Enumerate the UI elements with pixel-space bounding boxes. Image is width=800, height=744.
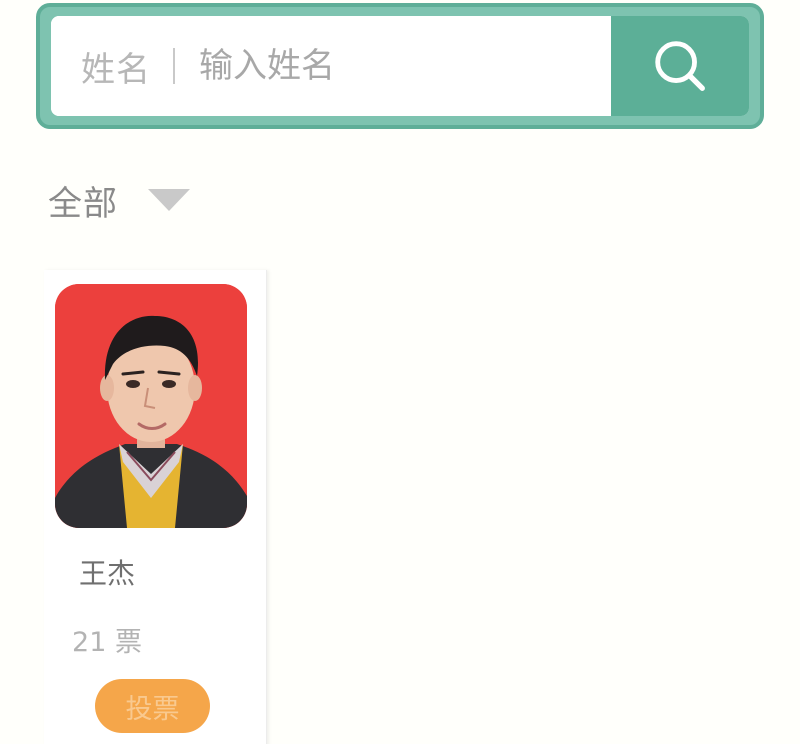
search-bar: 姓名 bbox=[36, 3, 764, 129]
search-bar-inner: 姓名 bbox=[51, 16, 749, 116]
search-icon bbox=[655, 41, 705, 91]
candidate-name: 王杰 bbox=[78, 557, 135, 590]
candidate-photo bbox=[55, 284, 247, 528]
category-filter-dropdown[interactable]: 全部 bbox=[48, 172, 190, 228]
candidate-card bbox=[44, 270, 267, 744]
search-field[interactable]: 姓名 bbox=[51, 16, 611, 116]
search-field-label: 姓名 bbox=[81, 49, 151, 90]
name-search-input[interactable] bbox=[199, 46, 559, 86]
vote-count-unit: 票 bbox=[114, 627, 142, 658]
vote-button[interactable]: 投票 bbox=[95, 679, 210, 733]
search-button[interactable] bbox=[611, 16, 749, 116]
vote-count-number: 21 bbox=[72, 627, 107, 658]
search-field-divider bbox=[173, 48, 175, 84]
caret-down-icon bbox=[148, 189, 190, 211]
filter-selected-label: 全部 bbox=[48, 183, 118, 224]
voting-page: 姓名 全部 bbox=[0, 0, 800, 744]
vote-count: 21 票 bbox=[0, 620, 214, 659]
